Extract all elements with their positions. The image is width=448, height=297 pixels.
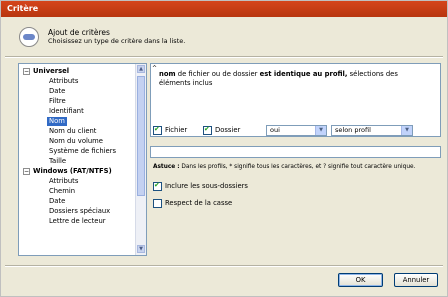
include-subfolders-checkbox[interactable] <box>153 181 162 191</box>
footer-divider <box>5 265 443 267</box>
tree-item-attributs[interactable]: Attributs <box>49 77 78 86</box>
tree-item-date-win[interactable]: Date <box>49 197 65 206</box>
case-sensitive-checkbox[interactable] <box>153 199 162 208</box>
cancel-button[interactable]: Annuler <box>394 273 438 287</box>
dossier-label: Dossier <box>215 126 241 134</box>
tree-group-universel[interactable]: Universel <box>33 67 69 76</box>
tree-item-taille[interactable]: Taille <box>49 157 66 166</box>
window-title: Critère <box>7 4 39 13</box>
title-bar[interactable]: Critère <box>1 1 447 17</box>
criteria-dialog: Critère Ajout de critères Choisissez un … <box>0 0 448 297</box>
tree-scrollbar[interactable]: ▲ ▼ <box>135 64 146 255</box>
collapse-windows-icon[interactable]: − <box>23 168 30 175</box>
header-divider <box>5 56 443 58</box>
chevron-down-icon[interactable]: ▼ <box>401 126 412 135</box>
dossier-checkbox[interactable] <box>203 125 212 135</box>
scroll-thumb[interactable] <box>137 76 145 196</box>
scroll-down-icon[interactable]: ▼ <box>137 245 145 253</box>
tip-text: Astuce : Dans les profils, * signifie to… <box>153 164 416 170</box>
speech-bubble-icon <box>19 27 39 47</box>
description-line-2: éléments inclus <box>159 79 213 87</box>
description-line-1: nom de fichier ou de dossier est identiq… <box>159 70 398 78</box>
tree-item-systeme-de-fichiers[interactable]: Système de fichiers <box>49 147 116 156</box>
header-title: Ajout de critères <box>48 28 110 37</box>
tree-item-dossiers-speciaux[interactable]: Dossiers spéciaux <box>49 207 110 216</box>
fichier-checkbox[interactable] <box>153 125 162 135</box>
pattern-input[interactable] <box>150 146 441 158</box>
tree-item-nom-du-volume[interactable]: Nom du volume <box>49 137 103 146</box>
header-subtitle: Choisissez un type de critère dans la li… <box>48 37 186 45</box>
description-condition[interactable]: est identique au profil, <box>260 70 348 78</box>
include-subfolders-label: Inclure les sous-dossiers <box>165 182 248 190</box>
tree-group-windows[interactable]: Windows (FAT/NTFS) <box>33 167 112 176</box>
tree-item-lettre-de-lecteur[interactable]: Lettre de lecteur <box>49 217 106 226</box>
tree-item-attributs-win[interactable]: Attributs <box>49 177 78 186</box>
case-sensitive-label: Respect de la casse <box>165 199 233 207</box>
tree-item-date[interactable]: Date <box>49 87 65 96</box>
ok-button[interactable]: OK <box>338 273 383 287</box>
description-keyword[interactable]: nom <box>159 70 176 78</box>
tree-item-filtre[interactable]: Filtre <box>49 97 66 106</box>
tree-item-nom-du-client[interactable]: Nom du client <box>49 127 96 136</box>
criteria-tree[interactable]: − Universel Attributs Date Filtre Identi… <box>18 63 147 256</box>
match-select[interactable]: oui ▼ <box>266 125 327 136</box>
scroll-up-icon[interactable]: ▲ <box>137 65 145 73</box>
tree-item-chemin[interactable]: Chemin <box>49 187 75 196</box>
tree-item-nom[interactable]: Nom <box>47 117 67 126</box>
caret-up-icon: ^ <box>152 65 158 72</box>
fichier-label: Fichier <box>165 126 188 134</box>
tree-item-identifiant[interactable]: Identifiant <box>49 107 84 116</box>
collapse-universel-icon[interactable]: − <box>23 68 30 75</box>
chevron-down-icon[interactable]: ▼ <box>315 126 326 135</box>
profile-select[interactable]: selon profil ▼ <box>331 125 413 136</box>
